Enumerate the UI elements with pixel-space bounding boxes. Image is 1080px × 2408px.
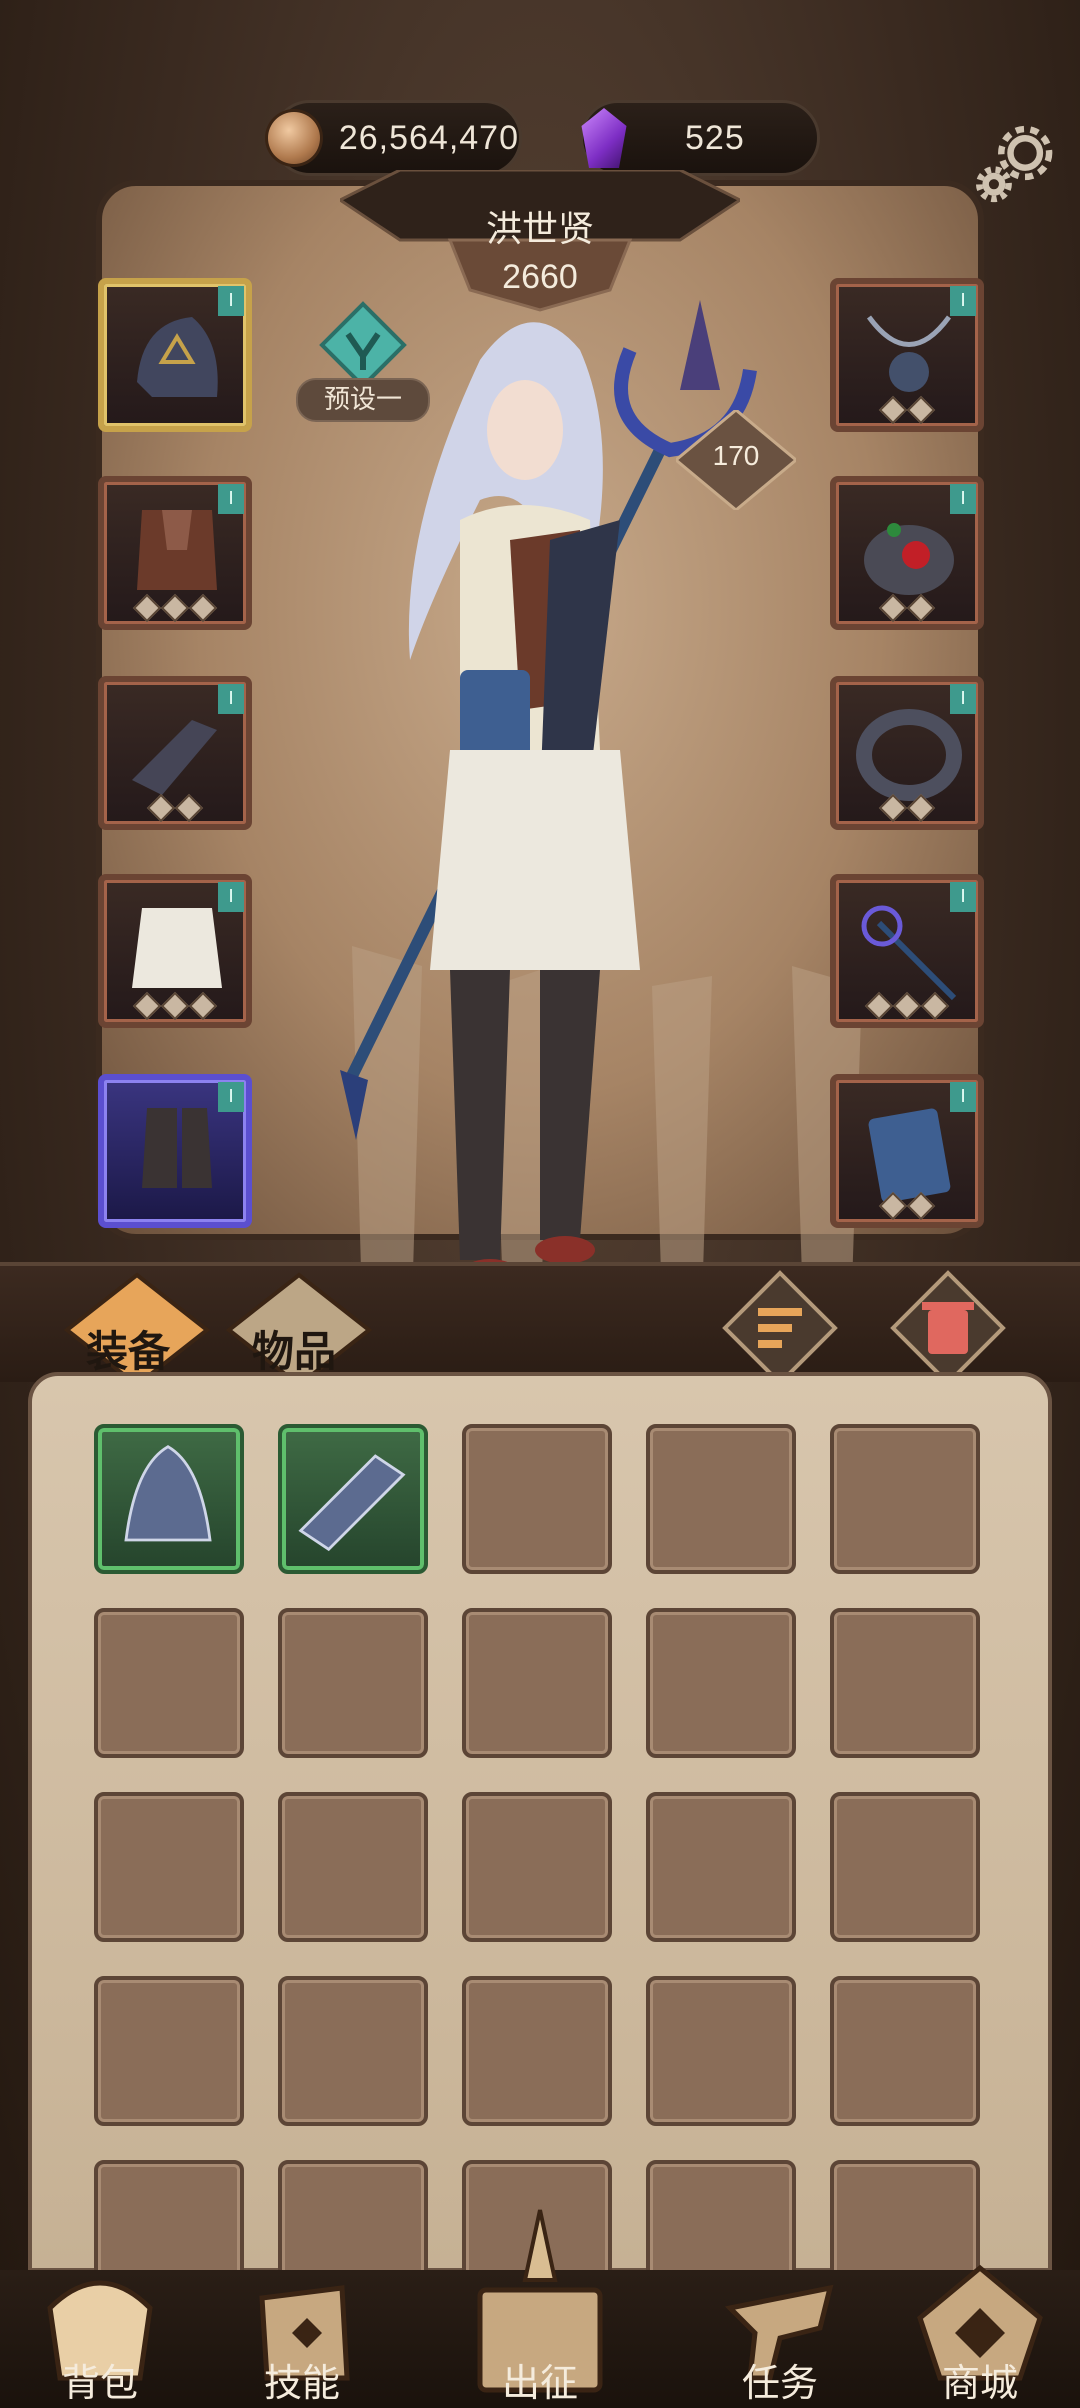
crystal-value: 525 xyxy=(685,118,745,157)
equip-tier-tag: I xyxy=(218,484,244,514)
inventory-slot-empty[interactable] xyxy=(646,1424,796,1574)
inventory-slot-empty[interactable] xyxy=(646,1976,796,2126)
equip-tier-tag: I xyxy=(950,1082,976,1112)
gem-sockets xyxy=(104,593,246,623)
gem-sockets xyxy=(836,395,978,425)
gem-sockets xyxy=(836,593,978,623)
equip-tier-tag: I xyxy=(218,684,244,714)
gem-sockets xyxy=(836,1191,978,1221)
scale-gauntlet-icon xyxy=(298,1454,406,1552)
equip-slot-ring[interactable]: I xyxy=(830,476,984,630)
ring-icon xyxy=(864,523,954,595)
equip-slot-boots[interactable]: I xyxy=(98,1074,252,1228)
staff-icon xyxy=(861,905,957,1001)
equip-tier-tag: I xyxy=(950,286,976,316)
inventory-slot-empty[interactable] xyxy=(94,1792,244,1942)
settings-gear-icon[interactable] xyxy=(970,118,1062,210)
inventory-slot-empty[interactable] xyxy=(462,1424,612,1574)
inventory-slot-empty[interactable] xyxy=(646,1608,796,1758)
nav-bag[interactable]: 背包 xyxy=(20,2352,180,2407)
inventory-item-scale-gauntlet[interactable] xyxy=(278,1424,428,1574)
inventory-slot-empty[interactable] xyxy=(278,1792,428,1942)
coin-counter: 26,564,470 xyxy=(265,100,522,176)
equip-slot-helmet[interactable]: I xyxy=(98,278,252,432)
inventory-slot-empty[interactable] xyxy=(94,1976,244,2126)
coin-value: 26,564,470 xyxy=(338,118,519,157)
inventory-slot-empty[interactable] xyxy=(462,1792,612,1942)
crystal-icon xyxy=(581,108,627,168)
equip-tier-tag: I xyxy=(218,1082,244,1112)
inventory-slot-empty[interactable] xyxy=(278,1976,428,2126)
tab-equipment[interactable]: 装备 xyxy=(86,1318,170,1379)
inventory-slot-empty[interactable] xyxy=(462,1976,612,2126)
equip-slot-offhand[interactable]: I xyxy=(830,1074,984,1228)
equip-slot-gloves[interactable]: I xyxy=(98,676,252,830)
equip-slot-bracelet[interactable]: I xyxy=(830,676,984,830)
inventory-item-spiked-helm[interactable] xyxy=(94,1424,244,1574)
equip-slot-pants[interactable]: I xyxy=(98,874,252,1028)
nav-shop[interactable]: 商城 xyxy=(900,2352,1060,2407)
boots-icon xyxy=(142,1108,212,1188)
gem-sockets xyxy=(104,793,246,823)
chest-armor-icon xyxy=(137,510,217,590)
spiked-helm-icon xyxy=(124,1445,212,1542)
inventory-slot-empty[interactable] xyxy=(830,1608,980,1758)
gem-sockets xyxy=(104,991,246,1021)
inventory-slot-empty[interactable] xyxy=(830,1792,980,1942)
level-value: 170 xyxy=(712,440,760,471)
equip-slot-necklace[interactable]: I xyxy=(830,278,984,432)
inventory-slot-empty[interactable] xyxy=(646,1792,796,1942)
equip-tier-tag: I xyxy=(218,882,244,912)
bracelet-icon xyxy=(856,709,962,801)
crystal-counter: 525 xyxy=(580,100,820,176)
necklace-icon xyxy=(866,315,952,392)
helmet-icon xyxy=(137,317,218,397)
gloves-icon xyxy=(132,720,217,795)
equip-tier-tag: I xyxy=(950,484,976,514)
tome-icon xyxy=(868,1108,951,1203)
sort-icon[interactable] xyxy=(720,1268,840,1388)
inventory-slot-empty[interactable] xyxy=(830,1424,980,1574)
inventory-slot-empty[interactable] xyxy=(830,1976,980,2126)
equip-tier-tag: I xyxy=(950,882,976,912)
gem-sockets xyxy=(836,793,978,823)
equip-tier-tag: I xyxy=(218,286,244,316)
nav-quests[interactable]: 任务 xyxy=(700,2352,860,2407)
pants-icon xyxy=(132,908,222,988)
coin-icon xyxy=(265,109,323,167)
nav-skills[interactable]: 技能 xyxy=(222,2352,382,2407)
trash-icon[interactable] xyxy=(888,1268,1008,1388)
inventory-slot-empty[interactable] xyxy=(278,1608,428,1758)
gem-sockets xyxy=(836,991,978,1021)
equip-slot-weapon[interactable]: I xyxy=(830,874,984,1028)
tab-items[interactable]: 物品 xyxy=(252,1318,336,1379)
equip-slot-chest[interactable]: I xyxy=(98,476,252,630)
inventory-slot-empty[interactable] xyxy=(462,1608,612,1758)
equip-tier-tag: I xyxy=(950,684,976,714)
inventory-slot-empty[interactable] xyxy=(94,1608,244,1758)
nav-expedition[interactable]: 出征 xyxy=(460,2352,620,2407)
